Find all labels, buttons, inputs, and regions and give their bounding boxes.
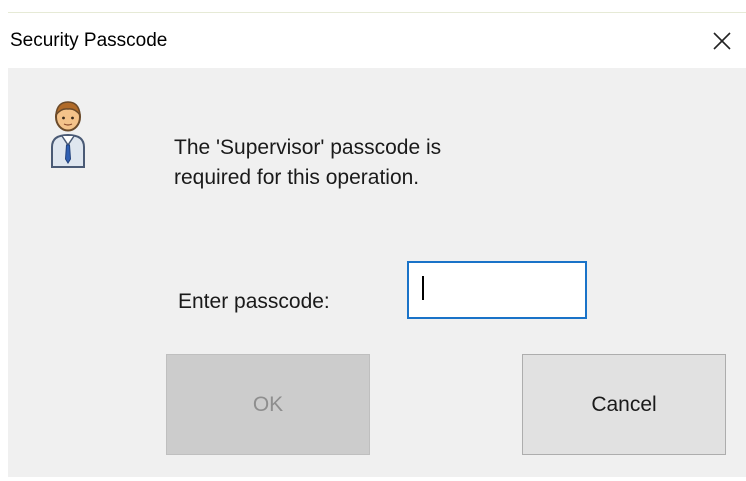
title-bar: Security Passcode [8, 13, 746, 68]
message-line-2: required for this operation. [174, 166, 420, 189]
message-line-1: The 'Supervisor' passcode is [174, 136, 442, 159]
dialog-title: Security Passcode [10, 30, 168, 51]
text-caret [422, 276, 424, 300]
cancel-button[interactable]: Cancel [522, 354, 726, 455]
passcode-label: Enter passcode: [178, 290, 330, 313]
supervisor-user-icon [48, 95, 88, 169]
passcode-input[interactable] [407, 261, 587, 319]
screen: Security Passcode The 'Supervisor' passc… [0, 0, 746, 481]
ok-button[interactable]: OK [166, 354, 370, 455]
security-passcode-dialog: Security Passcode The 'Supervisor' passc… [8, 12, 746, 477]
close-icon [712, 31, 732, 51]
close-button[interactable] [702, 21, 742, 61]
dialog-message: The 'Supervisor' passcode is required fo… [174, 133, 441, 193]
